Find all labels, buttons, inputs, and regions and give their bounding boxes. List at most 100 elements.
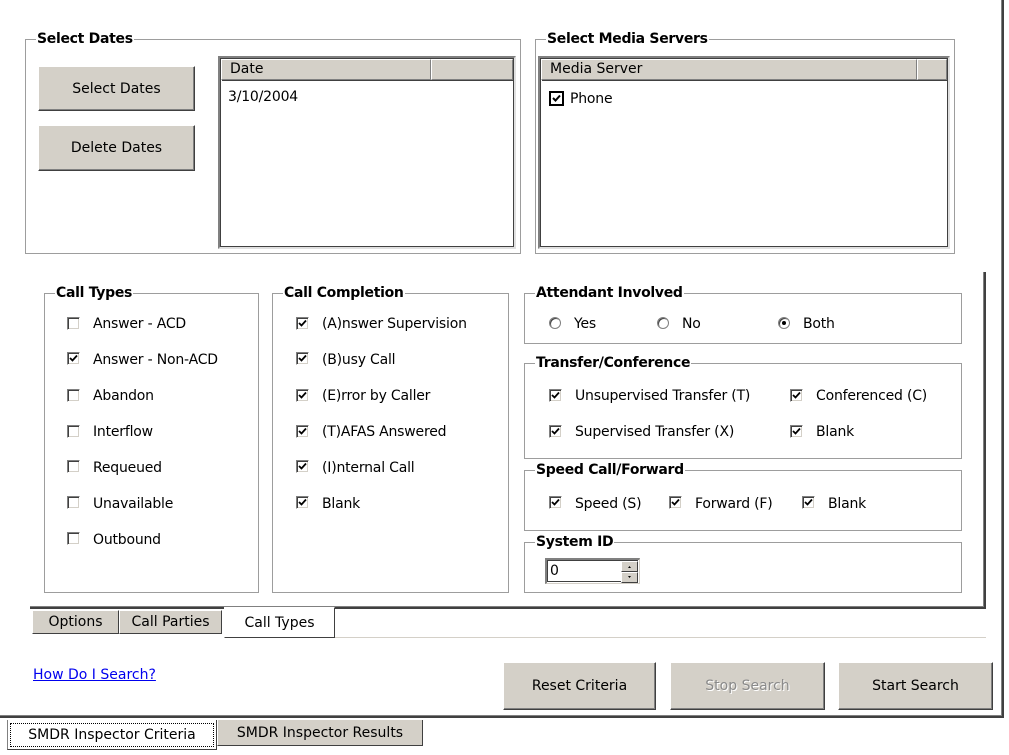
busy-call-checkbox[interactable] [296,352,309,365]
speed-checkbox[interactable] [549,496,562,509]
attendant-no-label: No [682,316,701,332]
abandon-label: Abandon [93,388,154,404]
checkmark-icon [551,391,560,399]
answer-acd-label: Answer - ACD [93,316,187,332]
tab-call-parties-label: Call Parties [131,614,210,630]
outbound-label: Outbound [93,532,161,548]
requeued-checkbox[interactable] [67,460,80,473]
tab-call-types-label: Call Types [244,614,315,631]
radio-selected-dot [782,321,786,325]
interflow-label: Interflow [93,424,153,440]
dates-extra-column[interactable] [431,59,513,80]
attendant-both-radio[interactable] [778,317,790,329]
speed-label: Speed (S) [575,496,642,512]
unavailable-checkbox[interactable] [67,496,80,509]
call-completion-title: Call Completion [283,284,405,302]
checkmark-icon [671,498,680,506]
tafas-answered-checkbox[interactable] [296,425,309,438]
select-dates-button-label: Select Dates [72,80,161,97]
completion-blank-label: Blank [322,496,361,512]
system-id-value[interactable]: 0 [550,563,559,579]
spin-up-button[interactable] [621,561,638,572]
media-servers-extra-column[interactable] [917,59,947,80]
date-column-header[interactable]: Date [221,59,432,80]
attendant-no-radio[interactable] [657,317,669,329]
answer-non-acd-checkbox[interactable] [67,352,80,365]
speed-blank-label: Blank [828,496,867,512]
start-search-button[interactable]: Start Search [838,662,993,710]
date-row[interactable]: 3/10/2004 [228,89,298,105]
select-dates-title: Select Dates [36,30,134,48]
tab-call-parties[interactable]: Call Parties [119,610,222,634]
tab-smdr-criteria[interactable]: SMDR Inspector Criteria [7,720,217,750]
internal-call-checkbox[interactable] [296,460,309,473]
unsupervised-transfer-checkbox[interactable] [549,389,562,402]
stop-search-label: Stop Search [705,678,790,694]
call-types-title: Call Types [55,284,134,302]
select-dates-button[interactable]: Select Dates [38,66,195,111]
checkmark-icon [298,319,307,327]
answer-supervision-label: (A)nswer Supervision [322,316,467,332]
unsupervised-transfer-label: Unsupervised Transfer (T) [575,388,751,404]
start-search-label: Start Search [872,678,959,694]
tab-options[interactable]: Options [32,610,119,634]
checkmark-icon [804,498,813,506]
arrow-down-icon [628,576,631,578]
unavailable-label: Unavailable [93,496,174,512]
spin-down-button[interactable] [621,572,638,583]
checkmark-icon [551,498,560,506]
stop-search-button[interactable]: Stop Search [670,662,825,710]
delete-dates-button-label: Delete Dates [70,140,163,156]
tab-smdr-results-label: SMDR Inspector Results [236,724,404,741]
completion-blank-checkbox[interactable] [296,496,309,509]
checkmark-icon [792,427,801,435]
tab-options-label: Options [48,614,103,630]
date-column-label: Date [230,61,264,77]
dates-list[interactable]: Date 3/10/2004 [218,56,516,249]
speed-blank-checkbox[interactable] [802,496,815,509]
conferenced-label: Conferenced (C) [816,388,928,404]
phone-checkbox[interactable] [549,91,564,106]
inner-tab-strip-line [335,637,986,638]
how-do-i-search-link[interactable]: How Do I Search? [33,667,156,683]
abandon-checkbox[interactable] [67,389,80,402]
outbound-checkbox[interactable] [67,532,80,545]
media-server-column-header[interactable]: Media Server [541,59,917,80]
tab-smdr-results[interactable]: SMDR Inspector Results [217,720,423,746]
error-by-caller-label: (E)rror by Caller [322,388,431,404]
error-by-caller-checkbox[interactable] [296,389,309,402]
reset-criteria-button[interactable]: Reset Criteria [503,662,656,710]
checkmark-icon [551,427,560,435]
call-completion-group: Call Completion [272,284,509,593]
speed-title: Speed Call/Forward [535,461,685,479]
answer-supervision-checkbox[interactable] [296,317,309,330]
requeued-label: Requeued [93,460,162,476]
delete-dates-button[interactable]: Delete Dates [38,125,195,171]
checkmark-icon [298,427,307,435]
forward-checkbox[interactable] [669,496,682,509]
interflow-checkbox[interactable] [67,425,80,438]
arrow-up-icon [628,566,631,568]
answer-non-acd-label: Answer - Non-ACD [93,352,218,368]
checkmark-icon [298,354,307,362]
supervised-transfer-checkbox[interactable] [549,425,562,438]
internal-call-label: (I)nternal Call [322,460,415,476]
supervised-transfer-label: Supervised Transfer (X) [575,424,735,440]
media-servers-list-header: Media Server [541,59,947,80]
conferenced-checkbox[interactable] [790,389,803,402]
checkmark-icon [552,94,561,102]
media-servers-list[interactable]: Media Server Phone [538,56,950,249]
media-server-column-label: Media Server [550,61,643,77]
busy-call-label: (B)usy Call [322,352,396,368]
attendant-yes-radio[interactable] [549,317,561,329]
transfer-blank-checkbox[interactable] [790,425,803,438]
system-id-title: System ID [535,533,615,551]
reset-criteria-label: Reset Criteria [531,678,628,694]
transfer-title: Transfer/Conference [535,354,692,372]
dates-list-header: Date [221,59,513,80]
tab-call-types[interactable]: Call Types [224,607,335,638]
system-id-spinner[interactable]: 0 [545,558,640,584]
attendant-yes-label: Yes [574,316,596,332]
checkmark-icon [298,498,307,506]
answer-acd-checkbox[interactable] [67,317,80,330]
